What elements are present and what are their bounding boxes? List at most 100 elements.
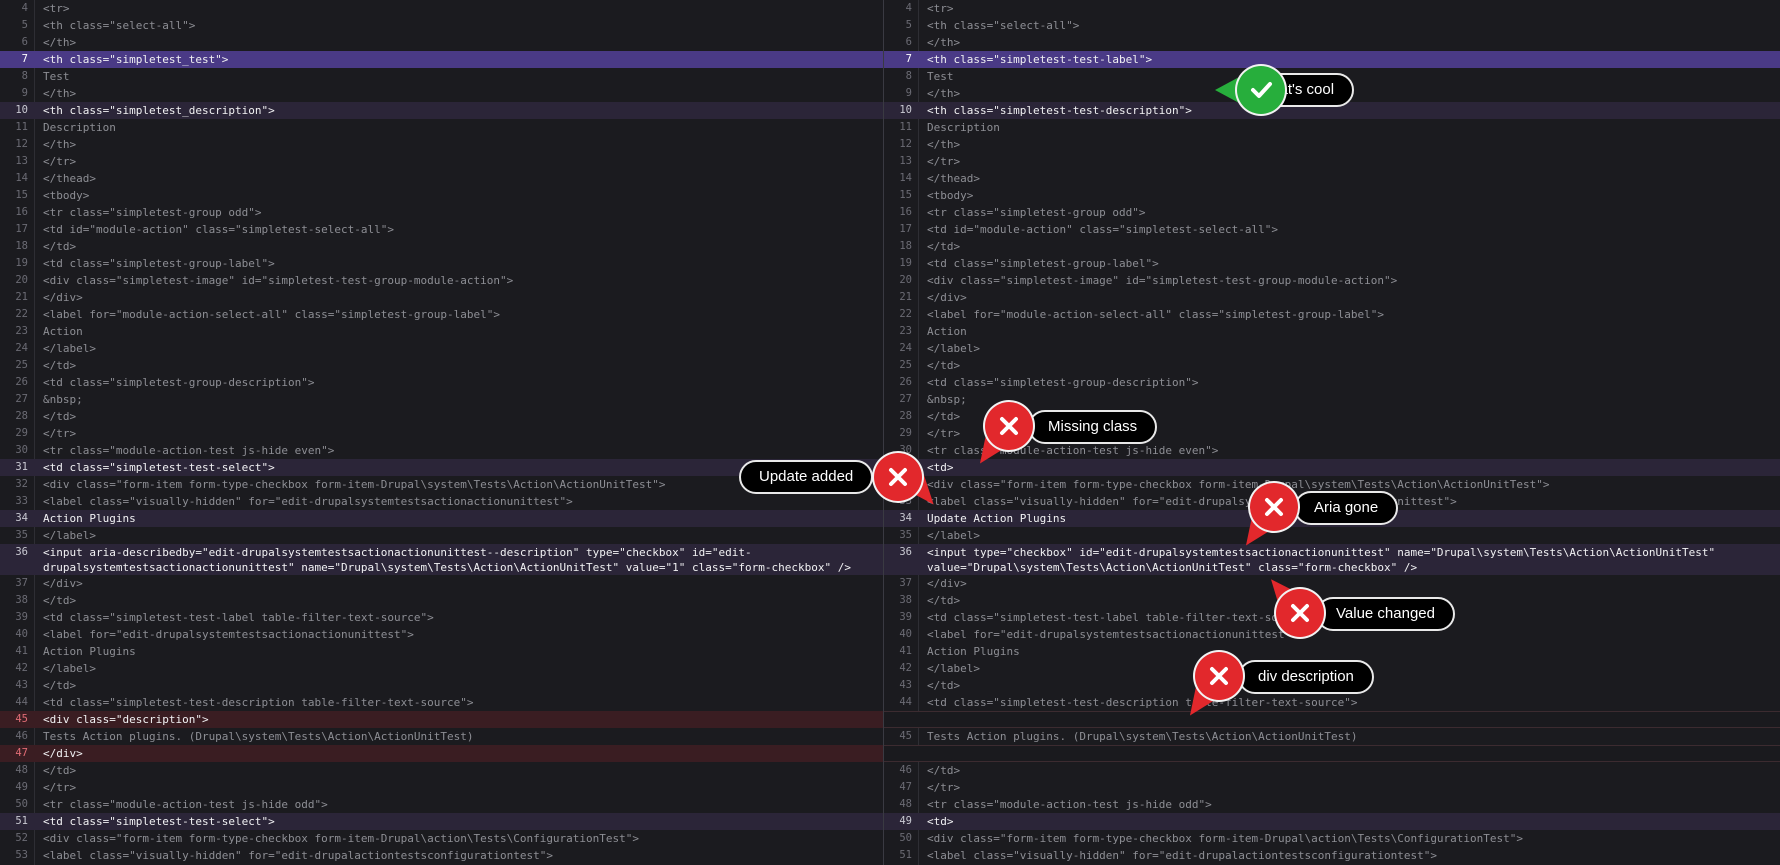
line-number: 6 <box>21 36 28 48</box>
code-line[interactable]: 41 Action Plugins <box>0 643 883 660</box>
code-line[interactable]: 12 </th> <box>0 136 883 153</box>
line-number: 17 <box>899 223 912 235</box>
code-line[interactable] <box>884 745 1780 762</box>
code-line[interactable]: 19 <td class="simpletest-group-label"> <box>884 255 1780 272</box>
code-line[interactable]: 24 </label> <box>0 340 883 357</box>
code-line[interactable]: 14 </thead> <box>0 170 883 187</box>
code-line[interactable]: 16 <tr class="simpletest-group odd"> <box>884 204 1780 221</box>
code-line[interactable]: 25 </td> <box>0 357 883 374</box>
code-line[interactable]: 7 <th class="simpletest_test"> <box>0 51 883 68</box>
code-line[interactable]: 52 <div class="form-item form-type-checkb… <box>0 830 883 847</box>
callout-div-description: div description <box>1238 660 1374 694</box>
code-line[interactable]: 6 </th> <box>0 34 883 51</box>
code-line[interactable]: 44 <td class="simpletest-test-description… <box>0 694 883 711</box>
code-line[interactable]: 11 Description <box>884 119 1780 136</box>
line-number: 9 <box>905 87 912 99</box>
code-line[interactable]: 18 </td> <box>884 238 1780 255</box>
code-line[interactable]: 4 <tr> <box>884 0 1780 17</box>
code-line[interactable]: 23 Action <box>884 323 1780 340</box>
code-line[interactable] <box>884 711 1780 728</box>
code-line[interactable]: 39 <td class="simpletest-test-label table… <box>0 609 883 626</box>
code-line[interactable]: 22 <label for="module-action-select-all" … <box>0 306 883 323</box>
code-line[interactable]: 33 <label class="visually-hidden" for="ed… <box>0 493 883 510</box>
code-line[interactable]: 27 &nbsp; <box>0 391 883 408</box>
code-line[interactable]: 48 <tr class="module-action-test js-hide … <box>884 796 1780 813</box>
line-number: 49 <box>899 815 912 827</box>
code-line[interactable]: 35 </label> <box>884 527 1780 544</box>
line-number: 4 <box>905 2 912 14</box>
code-line[interactable]: 41 Action Plugins <box>884 643 1780 660</box>
code-line[interactable]: 29 </tr> <box>0 425 883 442</box>
code-line[interactable]: 25 </td> <box>884 357 1780 374</box>
code-line[interactable]: 30 <tr class="module-action-test js-hide … <box>0 442 883 459</box>
code-line[interactable]: 43 </td> <box>0 677 883 694</box>
code-line[interactable]: 5 <th class="select-all"> <box>0 17 883 34</box>
code-text: </th> <box>43 87 77 100</box>
line-number: 9 <box>21 87 28 99</box>
code-line[interactable]: 18 </td> <box>0 238 883 255</box>
line-number: 50 <box>15 798 28 810</box>
code-line[interactable]: 47 </div> <box>0 745 883 762</box>
code-line[interactable]: 9 </th> <box>0 85 883 102</box>
code-line[interactable]: 23 Action <box>0 323 883 340</box>
code-line[interactable]: 24 </label> <box>884 340 1780 357</box>
code-line[interactable]: 51 <td class="simpletest-test-select"> <box>0 813 883 830</box>
code-line[interactable]: 36 <input type="checkbox" id="edit-drupal… <box>884 544 1780 575</box>
line-number: 51 <box>15 815 28 827</box>
code-line[interactable]: 34 Action Plugins <box>0 510 883 527</box>
code-line[interactable]: 21 </div> <box>0 289 883 306</box>
code-line[interactable]: 46 Tests Action plugins. (Drupal\system\T… <box>0 728 883 745</box>
callout-value-changed: Value changed <box>1316 597 1455 631</box>
code-line[interactable]: 47 </tr> <box>884 779 1780 796</box>
code-line[interactable]: 35 </label> <box>0 527 883 544</box>
code-text: </tr> <box>43 155 77 168</box>
code-line[interactable]: 53 <label class="visually-hidden" for="ed… <box>0 847 883 864</box>
code-line[interactable]: 11 Description <box>0 119 883 136</box>
code-line[interactable]: 50 <tr class="module-action-test js-hide … <box>0 796 883 813</box>
code-line[interactable]: 17 <td id="module-action" class="simplete… <box>884 221 1780 238</box>
code-line[interactable]: 44 <td class="simpletest-test-description… <box>884 694 1780 711</box>
code-line[interactable]: 4 <tr> <box>0 0 883 17</box>
code-line[interactable]: 16 <tr class="simpletest-group odd"> <box>0 204 883 221</box>
code-line[interactable]: 46 </td> <box>884 762 1780 779</box>
code-line[interactable]: 26 <td class="simpletest-group-descriptio… <box>0 374 883 391</box>
code-line[interactable]: 13 </tr> <box>884 153 1780 170</box>
code-line[interactable]: 45 <div class="description"> <box>0 711 883 728</box>
code-line[interactable]: 38 </td> <box>0 592 883 609</box>
code-line[interactable]: 12 </th> <box>884 136 1780 153</box>
code-line[interactable]: 15 <tbody> <box>0 187 883 204</box>
code-line[interactable]: 10 <th class="simpletest_description"> <box>0 102 883 119</box>
code-line[interactable]: 6 </th> <box>884 34 1780 51</box>
code-line[interactable]: 45 Tests Action plugins. (Drupal\system\T… <box>884 728 1780 745</box>
code-line[interactable]: 51 <label class="visually-hidden" for="ed… <box>884 847 1780 864</box>
code-line[interactable]: 49 </tr> <box>0 779 883 796</box>
diff-pane-left[interactable]: 4 <tr> 5 <th class="select-all"> 6 </th> 7 <th … <box>0 0 883 865</box>
code-line[interactable]: 50 <div class="form-item form-type-checkb… <box>884 830 1780 847</box>
code-line[interactable]: 40 <label for="edit-drupalsystemtestsacti… <box>0 626 883 643</box>
code-line[interactable]: 5 <th class="select-all"> <box>884 17 1780 34</box>
code-line[interactable]: 17 <td id="module-action" class="simplete… <box>0 221 883 238</box>
code-line[interactable]: 42 </label> <box>0 660 883 677</box>
code-line[interactable]: 36 <input aria-describedby="edit-drupalsy… <box>0 544 883 575</box>
code-line[interactable]: 37 </div> <box>884 575 1780 592</box>
code-line[interactable]: 20 <div class="simpletest-image" id="simp… <box>884 272 1780 289</box>
code-line[interactable]: 7 <th class="simpletest-test-label"> <box>884 51 1780 68</box>
code-line[interactable]: 8 Test <box>0 68 883 85</box>
code-line[interactable]: 13 </tr> <box>0 153 883 170</box>
line-number: 34 <box>15 512 28 524</box>
code-line[interactable]: 48 </td> <box>0 762 883 779</box>
code-line[interactable]: 31<td> <box>884 459 1780 476</box>
x-circle-icon <box>874 453 922 501</box>
code-line[interactable]: 28 </td> <box>0 408 883 425</box>
code-line[interactable]: 14 </thead> <box>884 170 1780 187</box>
code-line[interactable]: 21 </div> <box>884 289 1780 306</box>
code-line[interactable]: 26 <td class="simpletest-group-descriptio… <box>884 374 1780 391</box>
code-line[interactable]: 15 <tbody> <box>884 187 1780 204</box>
code-line[interactable]: 20 <div class="simpletest-image" id="simp… <box>0 272 883 289</box>
code-line[interactable]: 19 <td class="simpletest-group-label"> <box>0 255 883 272</box>
code-line[interactable]: 37 </div> <box>0 575 883 592</box>
code-line[interactable]: 22 <label for="module-action-select-all" … <box>884 306 1780 323</box>
code-text: <tbody> <box>43 189 90 202</box>
code-line[interactable]: 49 <td> <box>884 813 1780 830</box>
code-text: Action Plugins <box>927 645 1020 658</box>
